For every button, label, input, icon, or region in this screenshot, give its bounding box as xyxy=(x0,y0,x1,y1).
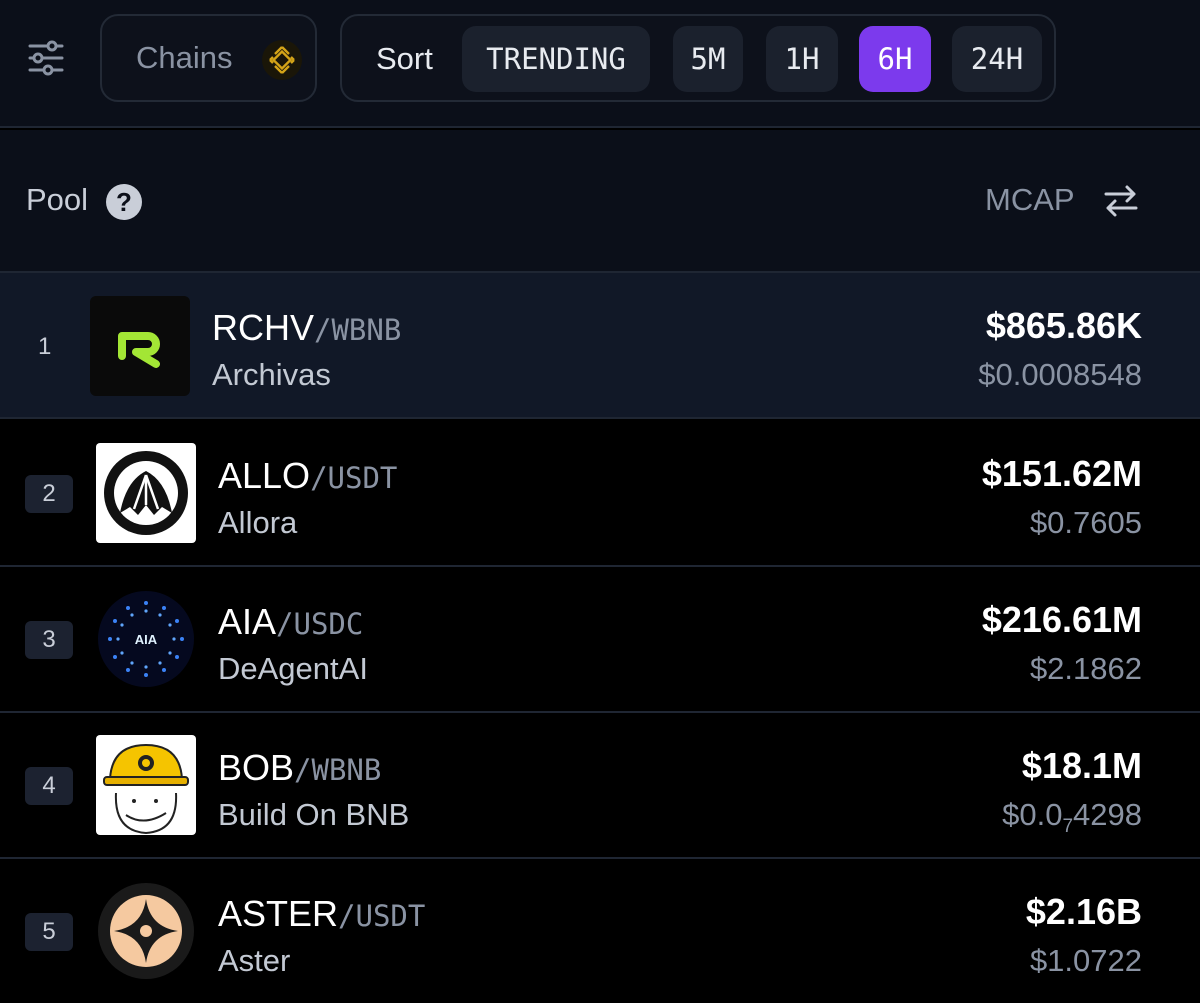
base-symbol: RCHV xyxy=(212,307,315,348)
pair-symbol: ALLO/USDT xyxy=(218,455,397,497)
price-zero-count: 7 xyxy=(1062,816,1074,837)
market-cap: $151.62M xyxy=(981,453,1142,494)
allora-logo xyxy=(96,443,196,543)
token-name: Build On BNB xyxy=(218,797,410,832)
token-price: $1.0722 xyxy=(1029,943,1142,978)
table-header: Pool ? MCAP xyxy=(0,130,1200,273)
sort-option-5m[interactable]: 5M xyxy=(673,26,743,92)
pair-symbol: RCHV/WBNB xyxy=(212,307,401,349)
quote-symbol: /WBNB xyxy=(314,313,402,347)
sort-option-6h[interactable]: 6H xyxy=(859,26,931,92)
token-price: $0.074298 xyxy=(1002,797,1142,837)
base-symbol: BOB xyxy=(218,747,295,788)
row-rank: 1 xyxy=(38,333,52,360)
pair-symbol: AIA/USDC xyxy=(218,601,363,643)
chains-label: Chains xyxy=(136,40,233,75)
token-name: Allora xyxy=(218,505,298,540)
token-price: $2.1862 xyxy=(1029,651,1142,686)
token-price: $0.0008548 xyxy=(978,357,1142,392)
table-row[interactable]: 3 AIA AIA/USDC DeAgentAI $216.61M $2.186… xyxy=(0,567,1200,713)
table-row[interactable]: 4 BOB/WBNB Build On BNB $18.1M $0.074298 xyxy=(0,713,1200,859)
token-name: DeAgentAI xyxy=(218,651,368,686)
mcap-column-label[interactable]: MCAP xyxy=(985,182,1075,218)
pair-symbol: BOB/WBNB xyxy=(218,747,381,789)
table-row[interactable]: 2 ALLO/USDT Allora $151.62M $0.7605 xyxy=(0,421,1200,567)
token-name: Aster xyxy=(218,943,291,978)
quote-symbol: /WBNB xyxy=(294,753,382,787)
quote-symbol: /USDC xyxy=(276,607,364,641)
pool-column-label: Pool xyxy=(26,182,89,217)
market-cap: $2.16B xyxy=(1025,891,1142,932)
token-price: $0.7605 xyxy=(1029,505,1142,540)
token-name: Archivas xyxy=(212,357,331,392)
sort-option-trending[interactable]: TRENDING xyxy=(462,26,650,92)
base-symbol: AIA xyxy=(218,601,277,642)
row-rank: 2 xyxy=(25,475,73,513)
sort-option-24h[interactable]: 24H xyxy=(952,26,1042,92)
toolbar: Chains Sort TRENDING 5M 1H 6H 24H xyxy=(0,0,1200,128)
deagentai-logo: AIA xyxy=(96,589,196,689)
market-cap: $18.1M xyxy=(1021,745,1142,786)
row-rank: 5 xyxy=(25,913,73,951)
sort-label: Sort xyxy=(376,41,433,76)
logo-text: AIA xyxy=(135,632,158,647)
chains-selector[interactable]: Chains xyxy=(100,14,317,102)
question-circle-icon[interactable]: ? xyxy=(106,184,142,220)
aster-star-logo xyxy=(96,881,196,981)
bnb-chain-icon xyxy=(262,40,302,80)
archivas-r-logo xyxy=(90,296,190,396)
pair-symbol: ASTER/USDT xyxy=(218,893,425,935)
table-row[interactable]: 1 RCHV/WBNB Archivas $865.86K $0.0008548 xyxy=(0,273,1200,419)
quote-symbol: /USDT xyxy=(310,461,398,495)
row-rank: 4 xyxy=(25,767,73,805)
base-symbol: ASTER xyxy=(218,893,339,934)
sort-option-1h[interactable]: 1H xyxy=(766,26,838,92)
sort-group: Sort TRENDING 5M 1H 6H 24H xyxy=(340,14,1056,102)
sliders-icon[interactable] xyxy=(22,36,70,80)
market-cap: $216.61M xyxy=(981,599,1142,640)
row-rank: 3 xyxy=(25,621,73,659)
table-row[interactable]: 5 ASTER/USDT Aster $2.16B $1.0722 xyxy=(0,859,1200,1003)
swap-arrows-icon[interactable] xyxy=(1100,180,1142,222)
bob-hardhat-logo xyxy=(96,735,196,835)
quote-symbol: /USDT xyxy=(338,899,426,933)
market-cap: $865.86K xyxy=(985,305,1142,346)
base-symbol: ALLO xyxy=(218,455,311,496)
